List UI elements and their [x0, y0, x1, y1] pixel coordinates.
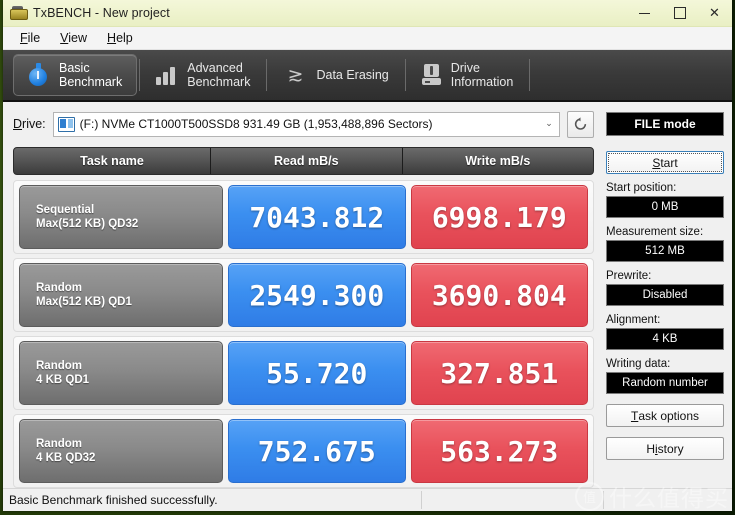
status-divider-2 — [603, 491, 604, 509]
chevron-down-icon: ⌄ — [541, 119, 557, 129]
task-name-line1: Random — [36, 359, 222, 373]
window-title: TxBENCH - New project — [33, 6, 170, 20]
read-value-cell: 2549.300 — [228, 263, 406, 327]
column-header-read: Read mB/s — [210, 148, 402, 174]
status-message: Basic Benchmark finished successfully. — [3, 493, 218, 507]
table-row: Sequential Max(512 KB) QD32 7043.812 699… — [13, 180, 594, 254]
history-rest: story — [658, 442, 684, 456]
tab-drive-information-label: Drive Information — [451, 61, 514, 89]
alignment-value[interactable]: 4 KB — [606, 328, 724, 350]
benchmark-panel: Drive: (F:) NVMe CT1000T500SSD8 931.49 G… — [3, 102, 602, 488]
tab-strip: Basic Benchmark Advanced Benchmark ≳ Dat… — [3, 50, 732, 102]
start-position-label: Start position: — [606, 182, 724, 194]
column-header-write: Write mB/s — [402, 148, 594, 174]
task-options-button[interactable]: Task options — [606, 404, 724, 427]
stopwatch-icon — [28, 63, 50, 87]
file-mode-indicator[interactable]: FILE mode — [606, 112, 724, 136]
refresh-icon — [573, 117, 588, 132]
title-bar: TxBENCH - New project ✕ — [3, 0, 732, 27]
menu-bar: File View Help — [3, 27, 732, 50]
task-name-line1: Random — [36, 437, 222, 451]
task-name-line2: Max(512 KB) QD32 — [36, 217, 222, 231]
write-value-cell: 3690.804 — [411, 263, 589, 327]
task-name-line2: 4 KB QD1 — [36, 373, 222, 387]
drive-icon — [422, 64, 442, 86]
drive-volume-icon — [58, 117, 75, 132]
status-divider-1 — [421, 491, 422, 509]
prewrite-value[interactable]: Disabled — [606, 284, 724, 306]
tab-advanced-benchmark[interactable]: Advanced Benchmark — [142, 55, 264, 95]
tab-basic-benchmark-label: Basic Benchmark — [59, 61, 122, 89]
task-name-line1: Random — [36, 281, 222, 295]
measurement-size-value[interactable]: 512 MB — [606, 240, 724, 262]
column-header-task-name: Task name — [14, 148, 210, 174]
close-icon: ✕ — [709, 7, 720, 20]
menu-help-rest: elp — [116, 31, 133, 45]
app-icon — [10, 5, 26, 21]
status-bar: Basic Benchmark finished successfully. — [3, 488, 732, 511]
table-body: Sequential Max(512 KB) QD32 7043.812 699… — [13, 175, 594, 488]
window-controls: ✕ — [627, 0, 732, 26]
content-area: Drive: (F:) NVMe CT1000T500SSD8 931.49 G… — [3, 102, 732, 488]
table-row: Random 4 KB QD32 752.675 563.273 — [13, 414, 594, 488]
minimize-button[interactable] — [627, 0, 662, 26]
menu-file-rest: ile — [28, 31, 41, 45]
task-name-cell: Sequential Max(512 KB) QD32 — [19, 185, 223, 249]
start-button[interactable]: Start — [606, 151, 724, 174]
drive-label: Drive: — [13, 117, 46, 131]
drive-select-value: (F:) NVMe CT1000T500SSD8 931.49 GB (1,95… — [80, 117, 541, 131]
alignment-label: Alignment: — [606, 314, 724, 326]
results-table: Task name Read mB/s Write mB/s Sequentia… — [13, 147, 594, 488]
start-position-value[interactable]: 0 MB — [606, 196, 724, 218]
task-name-line2: Max(512 KB) QD1 — [36, 295, 222, 309]
drive-select[interactable]: (F:) NVMe CT1000T500SSD8 931.49 GB (1,95… — [53, 112, 560, 137]
prewrite-label: Prewrite: — [606, 270, 724, 282]
tab-advanced-benchmark-label: Advanced Benchmark — [187, 61, 250, 89]
task-name-cell: Random Max(512 KB) QD1 — [19, 263, 223, 327]
tab-data-erasing-label: Data Erasing — [316, 68, 388, 82]
start-button-rest: tart — [660, 156, 677, 170]
tab-divider-1 — [139, 59, 140, 91]
tab-data-erasing[interactable]: ≳ Data Erasing — [269, 55, 402, 95]
task-name-cell: Random 4 KB QD32 — [19, 419, 223, 483]
eraser-icon: ≳ — [283, 65, 307, 85]
drive-selector-row: Drive: (F:) NVMe CT1000T500SSD8 931.49 G… — [13, 111, 594, 137]
read-value-cell: 55.720 — [228, 341, 406, 405]
read-value-cell: 752.675 — [228, 419, 406, 483]
menu-view[interactable]: View — [51, 29, 96, 47]
refresh-drives-button[interactable] — [567, 111, 594, 138]
write-value-cell: 6998.179 — [411, 185, 589, 249]
panel-spacer — [606, 460, 724, 488]
write-value-cell: 327.851 — [411, 341, 589, 405]
tab-divider-3 — [405, 59, 406, 91]
tab-divider-4 — [529, 59, 530, 91]
maximize-button[interactable] — [662, 0, 697, 26]
table-row: Random 4 KB QD1 55.720 327.851 — [13, 336, 594, 410]
task-name-cell: Random 4 KB QD1 — [19, 341, 223, 405]
write-value-cell: 563.273 — [411, 419, 589, 483]
tab-basic-benchmark[interactable]: Basic Benchmark — [13, 54, 137, 96]
read-value-cell: 7043.812 — [228, 185, 406, 249]
task-name-line2: 4 KB QD32 — [36, 451, 222, 465]
history-button[interactable]: History — [606, 437, 724, 460]
menu-help[interactable]: Help — [98, 29, 142, 47]
task-options-rest: ask options — [638, 409, 699, 423]
measurement-size-label: Measurement size: — [606, 226, 724, 238]
table-header-row: Task name Read mB/s Write mB/s — [13, 147, 594, 175]
control-panel: FILE mode Start Start position: 0 MB Mea… — [602, 102, 732, 488]
bar-chart-icon — [156, 65, 178, 85]
task-name-line1: Sequential — [36, 203, 222, 217]
writing-data-value[interactable]: Random number — [606, 372, 724, 394]
tab-drive-information[interactable]: Drive Information — [408, 55, 528, 95]
txbench-window: TxBENCH - New project ✕ File View Help B… — [3, 0, 732, 511]
menu-file[interactable]: File — [11, 29, 49, 47]
table-row: Random Max(512 KB) QD1 2549.300 3690.804 — [13, 258, 594, 332]
writing-data-label: Writing data: — [606, 358, 724, 370]
close-button[interactable]: ✕ — [697, 0, 732, 26]
menu-view-rest: iew — [68, 31, 87, 45]
tab-divider-2 — [266, 59, 267, 91]
